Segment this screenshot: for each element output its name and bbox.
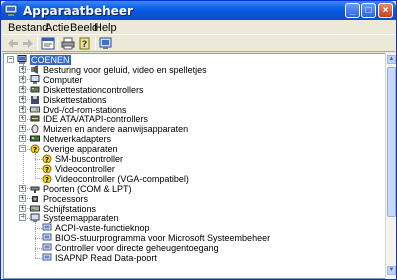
tree-connector <box>35 222 36 258</box>
window-title: Apparaatbeheer <box>23 4 133 18</box>
ide-icon <box>30 114 40 123</box>
disk-icon <box>30 204 40 213</box>
tree-device-controller-voor-directe-geheugentoegang-label: Controller voor directe geheugentoegang <box>55 243 219 254</box>
tree-root-label: COENEN <box>30 55 71 65</box>
menu-bestand[interactable]: Bestand <box>8 22 48 34</box>
menu-help[interactable]: Help <box>94 22 117 34</box>
svg-text:?: ? <box>45 166 49 173</box>
tree-category-diskettestations[interactable]: Diskettestations <box>4 95 384 105</box>
tree-category-poorten-com-lpt[interactable]: Poorten (COM & LPT) <box>4 184 384 194</box>
tree-connector <box>23 64 24 219</box>
title-bar[interactable]: Apparaatbeheer _ □ × <box>1 1 396 20</box>
system-device-icon <box>42 253 52 262</box>
computer-icon <box>17 55 27 64</box>
system-device-icon <box>42 243 52 252</box>
unknown-device-icon: ? <box>42 164 52 174</box>
tree-device-isapnp-read-data-poort-label: ISAPNP Read Data-poort <box>55 253 157 263</box>
scroll-thumb[interactable] <box>387 67 396 217</box>
tree-device-controller-voor-directe-geheugentoegang[interactable]: Controller voor directe geheugentoegang <box>4 243 384 253</box>
tree-category-muizen-en-andere-aanwijsapparaten[interactable]: Muizen en andere aanwijsapparaten <box>4 124 384 134</box>
menu-bar: Bestand Actie Beeld Help <box>2 20 395 35</box>
unknown-device-icon: ? <box>42 154 52 164</box>
tree-device-isapnp-read-data-poort[interactable]: ISAPNP Read Data-poort <box>4 253 384 263</box>
toolbar: ? <box>2 35 395 52</box>
tree-device-sm-buscontroller-label: SM-buscontroller <box>55 154 124 164</box>
device-tree[interactable]: − COENEN + Besturing voor geluid, video en … <box>3 53 388 279</box>
tree-category-processors[interactable]: Processors <box>4 194 384 204</box>
device-manager-icon <box>4 4 18 16</box>
tree-device-acpi-vaste-functieknop-label: ACPI-vaste-functieknop <box>55 223 150 234</box>
tree-category-systeemapparaten[interactable]: Systeemapparaten <box>4 213 384 223</box>
maximize-button[interactable]: □ <box>361 3 376 18</box>
help-icon[interactable]: ? <box>78 37 92 50</box>
tree-category-besturing-voor-geluid-video-en-spelletjes[interactable]: Besturing voor geluid, video en spelletj… <box>4 64 384 75</box>
speaker-icon <box>30 64 40 74</box>
tree-category-schijfstations-label: Schijfstations <box>43 203 97 214</box>
device-manager-window: Apparaatbeheer _ □ × Bestand Actie Beeld… <box>0 0 397 280</box>
tree-category-netwerkadapters[interactable]: Netwerkadapters <box>4 134 384 144</box>
svg-text:?: ? <box>82 40 87 50</box>
computer-icon <box>30 74 40 84</box>
system-icon <box>30 213 40 223</box>
svg-text:?: ? <box>45 176 49 183</box>
tree-device-sm-buscontroller[interactable]: ? SM-buscontroller <box>4 154 384 164</box>
close-button[interactable]: × <box>378 3 393 18</box>
floppy-icon <box>30 95 40 104</box>
tree-category-diskettestations-label: Diskettestations <box>43 94 107 105</box>
tree-category-diskettestationcontrollers[interactable]: Diskettestationcontrollers <box>4 85 384 95</box>
minimize-button[interactable]: _ <box>345 3 360 18</box>
back-icon[interactable] <box>6 37 20 50</box>
tree-device-videocontroller-vga-compatibel[interactable]: ? Videocontroller (VGA-compatibel) <box>4 174 384 184</box>
svg-text:?: ? <box>33 146 37 153</box>
mouse-icon <box>30 124 40 134</box>
svg-text:?: ? <box>45 156 49 163</box>
tree-device-acpi-vaste-functieknop[interactable]: ACPI-vaste-functieknop <box>4 223 384 233</box>
scan-icon[interactable] <box>99 37 113 50</box>
tree-category-diskettestationcontrollers-label: Diskettestationcontrollers <box>43 84 144 95</box>
tree-device-videocontroller-label: Videocontroller <box>55 163 115 174</box>
tree-root[interactable]: COENEN <box>4 55 384 65</box>
processor-icon <box>30 194 40 203</box>
tree-category-systeemapparaten-label: Systeemapparaten <box>43 213 119 224</box>
tree-category-overige-apparaten[interactable]: ? Overige apparaten <box>4 144 384 154</box>
cdrom-icon <box>30 105 40 114</box>
tree-category-ide-ata-atapi-controllers-label: IDE ATA/ATAPI-controllers <box>43 114 148 125</box>
toolbar-separator <box>57 37 58 50</box>
tree-category-netwerkadapters-label: Netwerkadapters <box>43 134 112 145</box>
tree-category-dvd-cd-rom-stations-label: Dvd-/cd-rom-stations <box>43 104 127 115</box>
tree-category-muizen-en-andere-aanwijsapparaten-label: Muizen en andere aanwijsapparaten <box>43 124 189 135</box>
menu-actie[interactable]: Actie <box>45 22 69 34</box>
tree-category-processors-label: Processors <box>43 193 89 204</box>
unknown-device-icon: ? <box>30 144 40 154</box>
tree-category-computer[interactable]: Computer <box>4 74 384 85</box>
toolbar-separator <box>37 37 38 50</box>
tree-category-overige-apparaten-label: Overige apparaten <box>43 144 118 155</box>
tree-device-videocontroller[interactable]: ? Videocontroller <box>4 164 384 174</box>
tree-category-poorten-com-lpt-label: Poorten (COM & LPT) <box>43 183 132 194</box>
scroll-down-button[interactable]: ▼ <box>387 266 396 275</box>
tree-device-videocontroller-vga-compatibel-label: Videocontroller (VGA-compatibel) <box>55 173 189 184</box>
print-icon[interactable] <box>61 37 75 50</box>
toolbar-separator <box>95 37 96 50</box>
tree-category-computer-label: Computer <box>43 74 83 85</box>
tree-category-ide-ata-atapi-controllers[interactable]: IDE ATA/ATAPI-controllers <box>4 114 384 124</box>
forward-icon[interactable] <box>21 37 35 50</box>
scroll-up-button[interactable]: ▲ <box>387 55 396 64</box>
tree-category-dvd-cd-rom-stations[interactable]: Dvd-/cd-rom-stations <box>4 105 384 115</box>
system-device-icon <box>42 223 52 232</box>
properties-icon[interactable] <box>41 37 55 50</box>
system-device-icon <box>42 233 52 242</box>
tree-device-bios-stuurprogramma-voor-microsoft-systeembeheer[interactable]: BIOS-stuurprogramma voor Microsoft Syste… <box>4 233 384 243</box>
tree-connector <box>35 153 36 179</box>
tree-category-schijfstations[interactable]: Schijfstations <box>4 204 384 214</box>
unknown-device-icon: ? <box>42 174 52 184</box>
port-icon <box>30 184 40 193</box>
tree-device-bios-stuurprogramma-voor-microsoft-systeembeheer-label: BIOS-stuurprogramma voor Microsoft Syste… <box>55 233 271 244</box>
vertical-scrollbar[interactable]: ▲ ▼ <box>385 53 396 279</box>
network-icon <box>30 134 40 143</box>
controller-icon <box>30 85 40 94</box>
tree-category-besturing-voor-geluid-video-en-spelletjes-label: Besturing voor geluid, video en spelletj… <box>43 64 207 75</box>
